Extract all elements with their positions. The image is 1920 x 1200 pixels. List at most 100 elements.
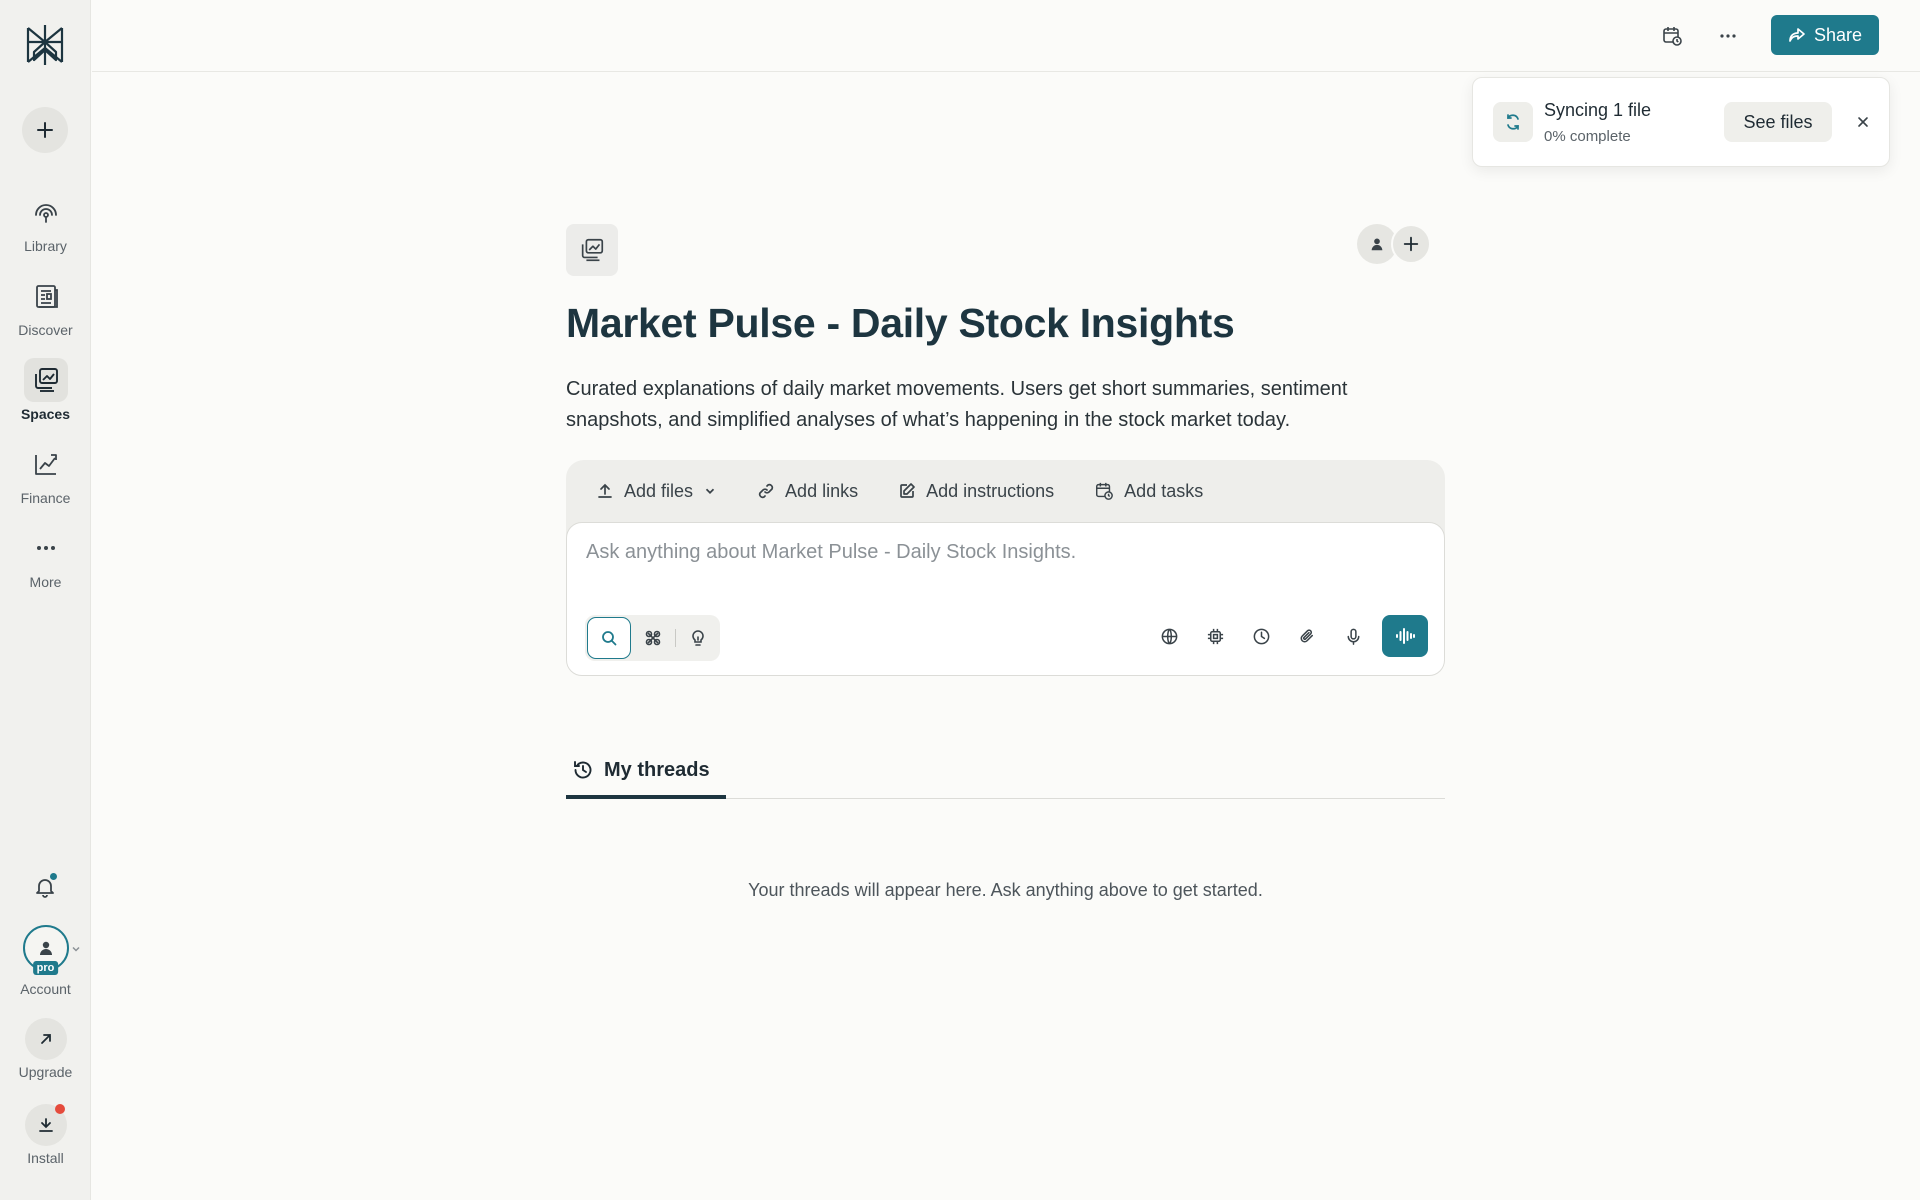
avatar[interactable]: pro (22, 925, 69, 975)
library-icon (24, 190, 68, 234)
microphone-icon (1347, 628, 1359, 645)
user-icon (39, 941, 52, 955)
threads-empty-state: Your threads will appear here. Ask anyth… (748, 880, 1263, 900)
lightbulb-icon (692, 630, 704, 646)
add-files-label: Add files (624, 480, 694, 501)
globe-icon (1161, 628, 1177, 644)
chevron-down-icon (705, 488, 715, 494)
sidebar-item-label: Library (24, 238, 67, 254)
research-icon (645, 630, 661, 646)
history-icon (574, 761, 592, 779)
share-button[interactable]: Share (1771, 15, 1879, 55)
add-member-button[interactable] (1391, 224, 1431, 264)
sync-toast: Syncing 1 file 0% complete See files (1472, 77, 1890, 167)
sync-icon (1493, 102, 1533, 142)
sidebar-item-discover[interactable]: Discover (0, 274, 91, 338)
add-links-button[interactable]: Add links (757, 481, 858, 502)
sync-progress: 0% complete (1544, 128, 1631, 145)
user-icon (1371, 238, 1383, 251)
add-tasks-label: Add tasks (1124, 480, 1204, 501)
more-horizontal-icon (1720, 34, 1736, 38)
pro-badge: pro (32, 961, 59, 975)
search-mode-toggle (585, 615, 720, 661)
close-icon (1858, 117, 1868, 127)
notifications-button[interactable] (28, 870, 62, 904)
labs-mode-button[interactable] (676, 617, 720, 659)
app-logo-icon[interactable] (22, 22, 68, 68)
upload-icon (598, 483, 612, 498)
finance-icon (24, 442, 68, 486)
waveform-icon (1396, 628, 1415, 644)
composer-tools (1146, 615, 1428, 657)
notification-dot (49, 872, 58, 881)
calendar-clock-icon (1663, 27, 1682, 46)
tab-label: My threads (604, 758, 710, 781)
install-label: Install (27, 1150, 64, 1166)
voice-mode-button[interactable] (1382, 615, 1428, 657)
composer: Add files Add links Add instructions Add… (566, 460, 1445, 676)
sources-button[interactable] (1146, 615, 1192, 657)
sidebar-item-label: More (29, 574, 62, 590)
upgrade-label: Upgrade (18, 1064, 73, 1080)
plus-icon (37, 122, 53, 138)
add-files-button[interactable]: Add files (596, 481, 717, 502)
paperclip-icon (1300, 628, 1313, 642)
spaces-icon (23, 358, 68, 402)
add-links-label: Add links (785, 480, 859, 501)
install-icon-button[interactable] (24, 1104, 67, 1146)
add-tasks-button[interactable]: Add tasks (1094, 481, 1203, 502)
ask-input[interactable]: Ask anything about Market Pulse - Daily … (566, 522, 1445, 676)
top-bar: Share (92, 0, 1920, 72)
model-button[interactable] (1192, 615, 1238, 657)
sidebar-item-spaces[interactable]: Spaces (0, 358, 91, 422)
sidebar-item-label: Finance (20, 490, 71, 506)
tab-my-threads[interactable]: My threads (566, 745, 726, 799)
close-toast-button[interactable] (1851, 110, 1875, 134)
share-label: Share (1813, 24, 1863, 45)
upgrade-icon-button[interactable] (24, 1018, 67, 1060)
sidebar-item-label: Discover (18, 322, 73, 338)
install-notification-dot (54, 1104, 65, 1114)
research-mode-button[interactable] (631, 617, 675, 659)
add-instructions-button[interactable]: Add instructions (898, 481, 1054, 502)
more-icon (24, 526, 68, 570)
threads-tabs: My threads (566, 745, 1445, 799)
calendar-clock-icon (1096, 482, 1114, 500)
add-instructions-label: Add instructions (926, 480, 1055, 501)
see-files-button[interactable]: See files (1724, 102, 1832, 142)
search-icon (602, 631, 617, 646)
space-icon-button[interactable] (566, 224, 618, 276)
upgrade-button[interactable]: Upgrade (0, 1018, 91, 1080)
schedule-button[interactable] (1654, 18, 1690, 54)
chip-icon (1207, 628, 1223, 644)
sidebar-item-label: Spaces (20, 406, 71, 422)
account-label: Account (20, 981, 71, 997)
dictation-button[interactable] (1330, 615, 1376, 657)
space-description: Curated explanations of daily market mov… (566, 378, 1348, 431)
plus-icon (1403, 236, 1419, 252)
install-button[interactable]: Install (0, 1104, 91, 1166)
link-icon (758, 483, 774, 499)
sync-title: Syncing 1 file (1544, 100, 1652, 120)
spaces-icon (581, 238, 604, 262)
new-thread-button[interactable] (22, 107, 68, 153)
sidebar-item-library[interactable]: Library (0, 190, 91, 254)
search-mode-button[interactable] (587, 617, 631, 659)
history-button[interactable] (1238, 615, 1284, 657)
sidebar: Library Discover Spaces Finance More pro… (0, 0, 91, 1200)
account-menu[interactable]: pro Account (0, 925, 91, 997)
clock-icon (1253, 628, 1269, 644)
share-icon (1789, 28, 1805, 42)
arrow-up-right-icon (40, 1034, 51, 1044)
edit-icon (900, 483, 915, 498)
ask-input-placeholder: Ask anything about Market Pulse - Daily … (586, 541, 1077, 563)
space-members (1357, 224, 1433, 264)
discover-icon (24, 274, 68, 318)
sidebar-item-finance[interactable]: Finance (0, 442, 91, 506)
page-title: Market Pulse - Daily Stock Insights (566, 300, 1235, 346)
attach-button[interactable] (1284, 615, 1330, 657)
chevron-down-icon[interactable] (70, 943, 82, 955)
download-icon (38, 1118, 53, 1132)
more-options-button[interactable] (1710, 18, 1746, 54)
sidebar-item-more[interactable]: More (0, 526, 91, 590)
